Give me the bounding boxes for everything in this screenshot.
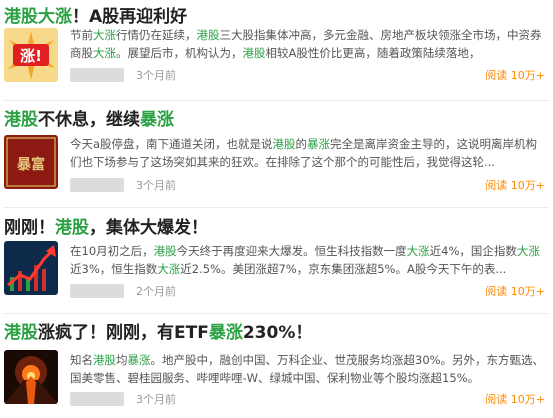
title-highlight: 港股 [4, 110, 38, 130]
title-highlight: 港股 [55, 218, 89, 238]
title-text: ！A股再迎利好 [72, 7, 188, 27]
article-meta: 3个月前 [70, 391, 176, 407]
source-avatar [70, 392, 124, 406]
divider [4, 313, 549, 314]
publish-time: 3个月前 [136, 69, 176, 82]
read-count: 阅读 10万+ [485, 179, 545, 192]
read-count: 阅读 10万+ [485, 393, 545, 406]
article-thumbnail[interactable]: 暴富 [4, 135, 58, 189]
source-avatar [70, 178, 124, 192]
read-count: 阅读 10万+ [485, 285, 545, 298]
article-title[interactable]: 港股不休息，继续暴涨 [4, 109, 174, 131]
title-text: 230%！ [242, 323, 313, 343]
title-text: 涨疯了！刚刚，有ETF [38, 323, 209, 343]
article-meta: 3个月前 [70, 177, 176, 193]
source-avatar [70, 68, 124, 82]
article-title[interactable]: 港股大涨！A股再迎利好 [4, 6, 187, 28]
article-title[interactable]: 刚刚！港股，集体大爆发！ [4, 217, 208, 239]
article-summary: 今天a股停盘，南下通道关闭，也就是说港股的暴涨完全是离岸资金主导的，这说明离岸机… [70, 137, 538, 169]
title-highlight: 港股大涨 [4, 7, 72, 27]
article-thumbnail[interactable] [4, 350, 58, 404]
publish-time: 3个月前 [136, 179, 176, 192]
source-avatar [70, 284, 124, 298]
article-meta: 3个月前 [70, 67, 176, 83]
article-feed: 港股大涨！A股再迎利好 涨! 节前大涨行情仍在延续，港股三大股指集体冲高，多元金… [0, 0, 553, 418]
title-text: 刚刚！ [4, 218, 55, 238]
article-summary: 知名港股均暴涨。地产股中，融创中国、万科企业、世茂服务均涨超30%。另外，东方甄… [70, 353, 545, 385]
title-text: 不休息，继续 [38, 110, 140, 130]
divider [4, 100, 549, 101]
article-summary: 在10月初之后，港股今天终于再度迎来大爆发。恒生科技指数一度大涨近4%，国企指数… [70, 244, 540, 276]
divider [4, 207, 549, 208]
article-thumbnail[interactable]: 涨! [4, 28, 58, 82]
title-highlight: 暴涨 [140, 110, 174, 130]
read-count: 阅读 10万+ [485, 69, 545, 82]
volcano-icon [4, 350, 58, 404]
article-summary: 节前大涨行情仍在延续，港股三大股指集体冲高，多元金融、房地产板块领涨全市场，中资… [70, 28, 542, 60]
article-thumbnail[interactable] [4, 241, 58, 295]
article-title[interactable]: 港股涨疯了！刚刚，有ETF暴涨230%！ [4, 322, 312, 344]
thumbnail-caption: 暴富 [16, 156, 45, 173]
thumbnail-caption: 涨! [20, 47, 42, 65]
article-meta: 2个月前 [70, 283, 176, 299]
publish-time: 3个月前 [136, 393, 176, 406]
title-text: ，集体大爆发！ [89, 218, 208, 238]
title-highlight: 暴涨 [208, 323, 243, 343]
stock-chart-icon [4, 241, 58, 295]
publish-time: 2个月前 [136, 285, 176, 298]
title-highlight: 港股 [4, 323, 38, 343]
